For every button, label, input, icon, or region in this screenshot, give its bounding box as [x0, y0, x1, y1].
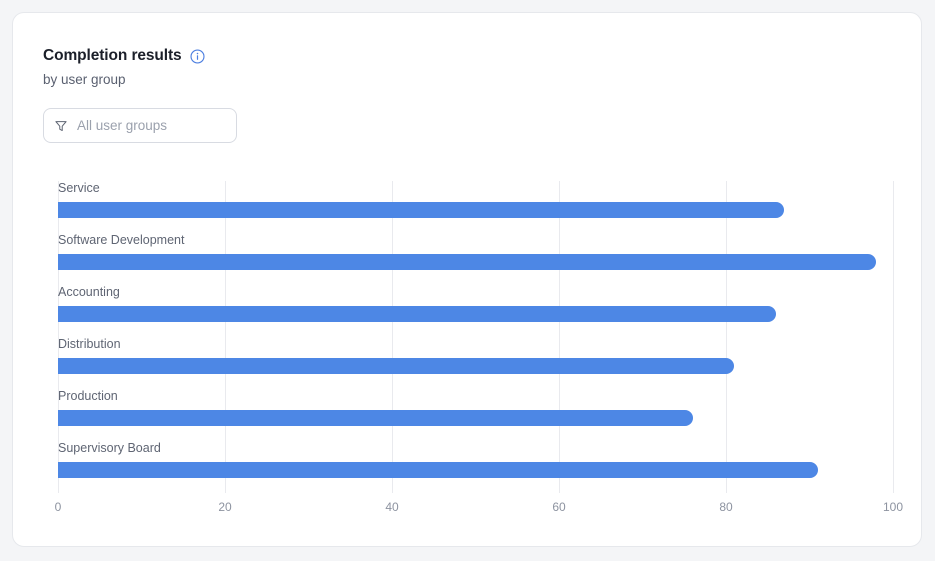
x-axis-tick-label: 60: [552, 500, 565, 514]
chart-rows: Service Software Development Accounting Dis…: [58, 168, 893, 480]
bar-category-label: Production: [58, 389, 118, 403]
bar-category-label: Software Development: [58, 233, 184, 247]
completion-bar-chart: Service Software Development Accounting Dis…: [46, 168, 894, 518]
x-axis-tick-label: 20: [218, 500, 231, 514]
bar-track: [58, 358, 893, 374]
card-header: Completion results by user group: [43, 46, 205, 89]
x-axis-tick-label: 40: [385, 500, 398, 514]
chart-row: Supervisory Board: [58, 428, 893, 480]
info-circle-icon[interactable]: [190, 49, 205, 64]
user-group-filter[interactable]: [43, 108, 237, 143]
title-row: Completion results: [43, 46, 205, 66]
completion-results-card: Completion results by user group Service…: [12, 12, 922, 547]
bar[interactable]: [58, 462, 818, 478]
bar-category-label: Supervisory Board: [58, 441, 161, 455]
chart-row: Software Development: [58, 220, 893, 272]
filter-funnel-icon: [54, 119, 68, 133]
chart-row: Distribution: [58, 324, 893, 376]
gridline: [893, 181, 894, 493]
chart-row: Production: [58, 376, 893, 428]
bar-category-label: Distribution: [58, 337, 121, 351]
card-subtitle: by user group: [43, 71, 205, 89]
bar[interactable]: [58, 410, 693, 426]
bar-track: [58, 254, 893, 270]
bar[interactable]: [58, 202, 784, 218]
bar-track: [58, 462, 893, 478]
x-axis-tick-label: 100: [883, 500, 903, 514]
bar[interactable]: [58, 306, 776, 322]
page-title: Completion results: [43, 46, 182, 66]
chart-row: Accounting: [58, 272, 893, 324]
x-axis-tick-label: 0: [55, 500, 62, 514]
bar-track: [58, 306, 893, 322]
bar[interactable]: [58, 358, 734, 374]
user-group-filter-input[interactable]: [77, 118, 226, 133]
bar-track: [58, 202, 893, 218]
bar-category-label: Accounting: [58, 285, 120, 299]
bar-track: [58, 410, 893, 426]
chart-plot-area: Service Software Development Accounting Dis…: [58, 168, 893, 493]
bar-category-label: Service: [58, 181, 100, 195]
chart-x-axis: 020406080100: [58, 493, 893, 518]
chart-row: Service: [58, 168, 893, 220]
x-axis-tick-label: 80: [719, 500, 732, 514]
bar[interactable]: [58, 254, 876, 270]
